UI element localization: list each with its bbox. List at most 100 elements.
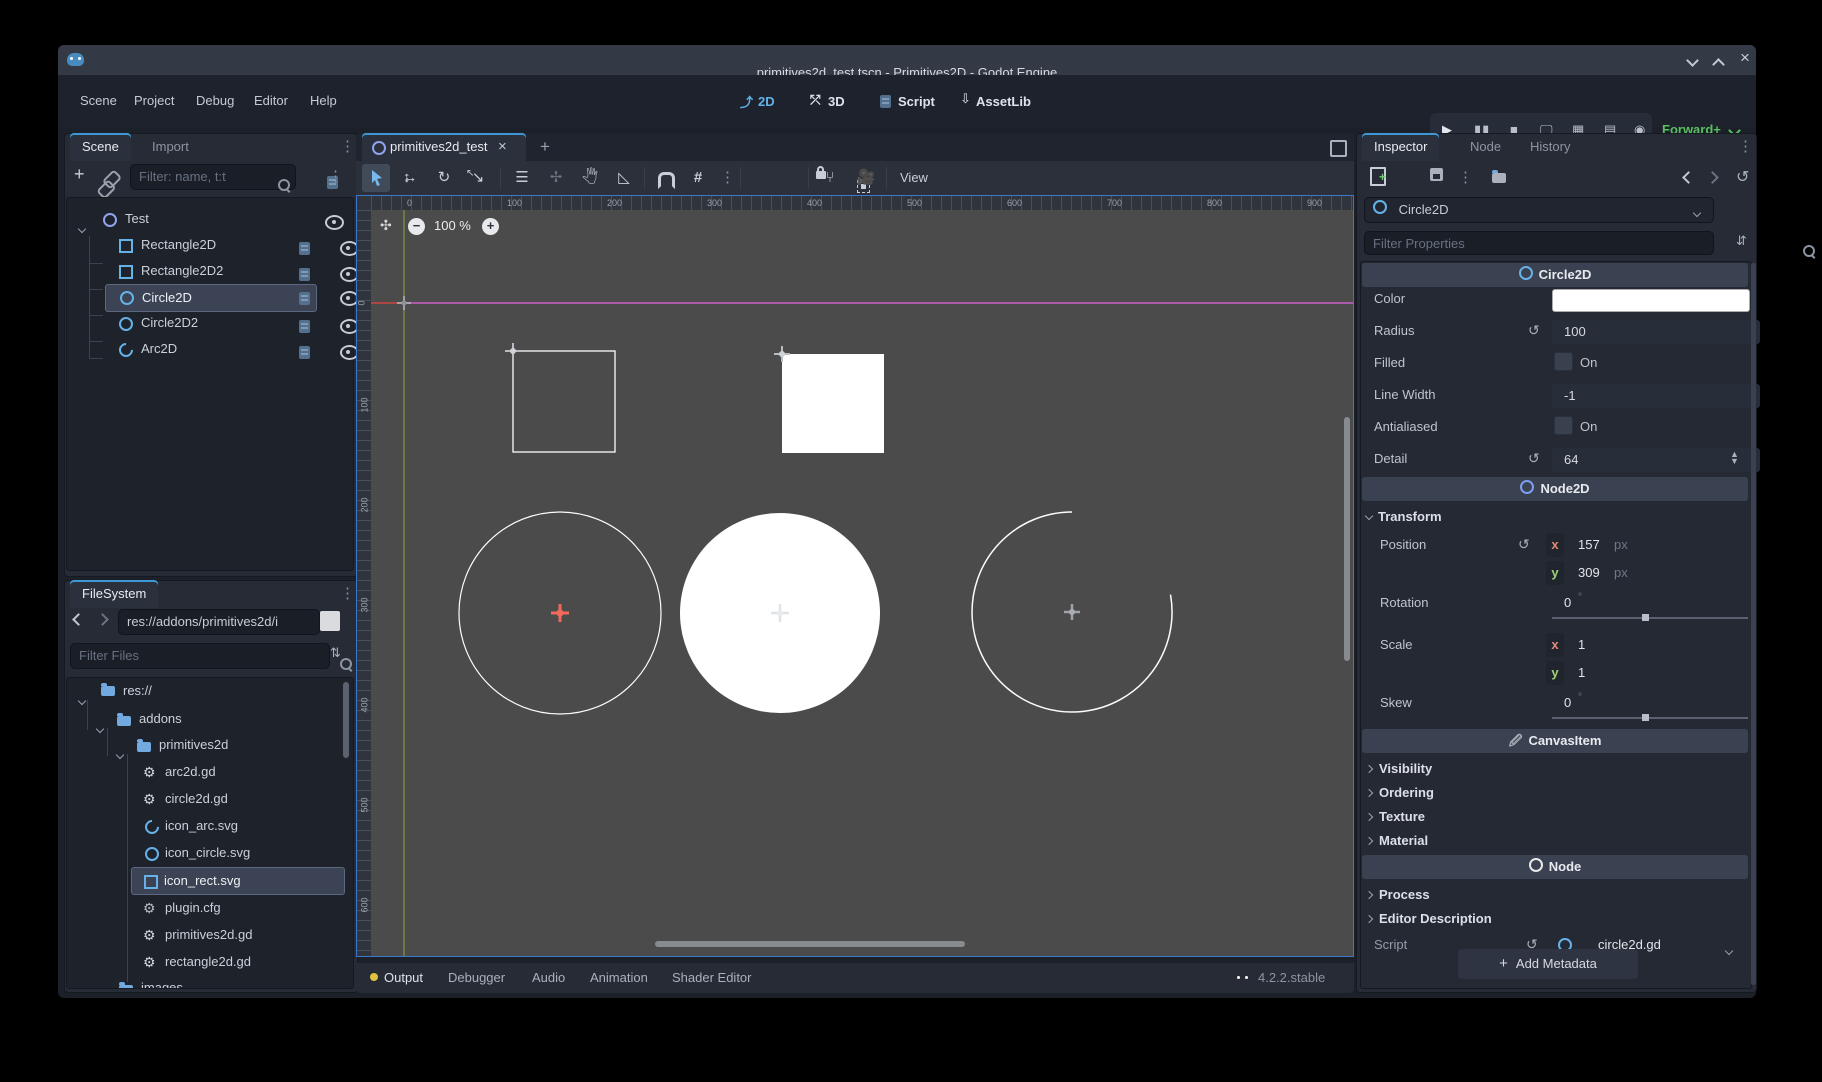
fs-filter-input[interactable]: Filter Files bbox=[70, 643, 330, 669]
fs-row-icon-rect-svg-selected[interactable]: icon_rect.svg bbox=[131, 867, 345, 895]
tree-row-rectangle2d[interactable]: Rectangle2D bbox=[67, 232, 353, 258]
radius-field[interactable]: 100 bbox=[1552, 320, 1760, 344]
filled-checkbox[interactable] bbox=[1554, 352, 1573, 371]
select-tool-icon[interactable] bbox=[370, 169, 384, 186]
transform-group[interactable]: Transform bbox=[1366, 505, 1442, 529]
script-attached-icon[interactable] bbox=[299, 320, 310, 333]
rectangle2d2-shape[interactable] bbox=[782, 354, 884, 453]
skeleton-options-icon[interactable]: ⑂ bbox=[820, 164, 840, 192]
smart-snap-icon[interactable] bbox=[658, 172, 675, 189]
rotation-slider-handle[interactable] bbox=[1642, 614, 1649, 621]
fs-row-images[interactable]: images bbox=[67, 975, 353, 988]
fs-row-plugin-cfg[interactable]: ⚙ plugin.cfg bbox=[67, 895, 353, 921]
group-material[interactable]: Material bbox=[1366, 829, 1428, 853]
antialiased-checkbox[interactable] bbox=[1554, 416, 1573, 435]
circle2d-selected-gizmo[interactable] bbox=[551, 604, 569, 622]
title-bar[interactable]: primitives2d_test.tscn - Primitives2D - … bbox=[58, 45, 1756, 75]
canvas-viewport[interactable] bbox=[371, 210, 1353, 956]
detail-field[interactable]: 64 bbox=[1552, 448, 1760, 472]
zoom-level[interactable]: 100 % bbox=[434, 218, 471, 233]
fs-row-rectangle2d-gd[interactable]: ⚙ rectangle2d.gd bbox=[67, 949, 353, 975]
fs-row-res[interactable]: res:// bbox=[67, 678, 353, 704]
scale-x-value[interactable]: 1 bbox=[1578, 637, 1585, 652]
new-resource-icon[interactable]: + bbox=[1370, 167, 1386, 186]
tab-inspector[interactable]: Inspector bbox=[1362, 133, 1439, 161]
snap-options-icon[interactable]: ⋮ bbox=[720, 171, 735, 185]
menu-scene[interactable]: Scene bbox=[76, 89, 121, 113]
fs-row-primitives2d[interactable]: primitives2d bbox=[67, 732, 353, 758]
group-editor-description[interactable]: Editor Description bbox=[1366, 907, 1492, 931]
detail-spinner-icon[interactable]: ▲▼ bbox=[1730, 451, 1739, 465]
filter-properties-input[interactable]: Filter Properties bbox=[1364, 231, 1714, 255]
scene-tab-close-icon[interactable]: × bbox=[498, 133, 507, 161]
revert-detail-icon[interactable]: ↺ bbox=[1528, 450, 1540, 467]
history-back-icon[interactable] bbox=[1684, 170, 1693, 185]
bottom-tab-shader-editor[interactable]: Shader Editor bbox=[672, 963, 752, 993]
object-history-icon[interactable]: ↺ bbox=[1736, 167, 1749, 187]
section-canvasitem[interactable]: 🖉CanvasItem bbox=[1362, 729, 1748, 753]
fs-row-icon-arc-svg[interactable]: icon_arc.svg bbox=[67, 813, 353, 839]
arc2d-position-gizmo[interactable] bbox=[1064, 604, 1080, 620]
inspector-toolbar-menu-icon[interactable]: ⋮ bbox=[1458, 171, 1473, 185]
rotation-value[interactable]: 0 bbox=[1564, 595, 1571, 610]
canvas-vscrollbar[interactable] bbox=[1344, 417, 1350, 661]
script-attached-icon[interactable] bbox=[299, 346, 310, 359]
scene-tree-menu-icon[interactable]: ⋮ bbox=[328, 170, 343, 184]
fs-path-input[interactable]: res://addons/primitives2d/i bbox=[118, 609, 320, 635]
fs-row-addons[interactable]: addons bbox=[67, 706, 353, 732]
move-tool-icon[interactable]: ↔↕ bbox=[400, 164, 420, 192]
tab-scene[interactable]: Scene bbox=[70, 133, 131, 161]
canvas-hscrollbar[interactable] bbox=[655, 941, 965, 947]
maximize-icon[interactable] bbox=[1714, 57, 1726, 69]
tree-row-arc2d[interactable]: Arc2D bbox=[67, 336, 353, 362]
section-node[interactable]: Node bbox=[1362, 855, 1748, 879]
switcher-3d[interactable]: 3D bbox=[828, 91, 845, 113]
group-visibility[interactable]: Visibility bbox=[1366, 757, 1432, 781]
expand-viewport-icon[interactable] bbox=[1330, 140, 1347, 157]
switcher-script[interactable]: Script bbox=[898, 91, 935, 113]
skew-value[interactable]: 0 bbox=[1564, 695, 1571, 710]
section-node2d[interactable]: Node2D bbox=[1362, 477, 1748, 501]
section-circle2d[interactable]: Circle2D bbox=[1362, 263, 1748, 287]
menu-debug[interactable]: Debug bbox=[192, 89, 238, 113]
fs-file-preview-icon[interactable] bbox=[320, 611, 340, 631]
load-resource-icon[interactable] bbox=[1492, 173, 1506, 183]
bottom-tab-debugger[interactable]: Debugger bbox=[448, 963, 505, 993]
inspector-dock-menu-icon[interactable]: ⋮ bbox=[1738, 140, 1753, 154]
scene-dock-menu-icon[interactable]: ⋮ bbox=[340, 140, 355, 154]
script-attached-icon[interactable] bbox=[299, 242, 310, 255]
new-scene-tab-button[interactable]: + bbox=[540, 133, 550, 161]
scale-y-value[interactable]: 1 bbox=[1578, 665, 1585, 680]
skew-slider-handle[interactable] bbox=[1642, 714, 1649, 721]
menu-project[interactable]: Project bbox=[130, 89, 178, 113]
grid-snap-icon[interactable]: # bbox=[688, 164, 708, 192]
add-node-button[interactable]: + bbox=[74, 164, 85, 185]
inspector-scrollbar[interactable] bbox=[1751, 263, 1756, 985]
ruler-tool-icon[interactable]: ◺ bbox=[614, 164, 634, 192]
position-y-value[interactable]: 309 bbox=[1578, 565, 1600, 580]
tab-history[interactable]: History bbox=[1518, 133, 1582, 161]
group-texture[interactable]: Texture bbox=[1366, 805, 1425, 829]
fs-row-circle2d-gd[interactable]: ⚙ circle2d.gd bbox=[67, 786, 353, 812]
zoom-in-button[interactable]: + bbox=[482, 218, 499, 235]
zoom-out-button[interactable]: − bbox=[408, 218, 425, 235]
bottom-tab-animation[interactable]: Animation bbox=[590, 963, 648, 993]
line-width-field[interactable]: -1 bbox=[1552, 384, 1760, 408]
list-select-tool-icon[interactable]: ☰ bbox=[512, 164, 532, 192]
rotation-slider[interactable] bbox=[1552, 617, 1748, 619]
fs-sort-icon[interactable]: ⇅ bbox=[330, 645, 341, 661]
fs-back-icon[interactable] bbox=[74, 612, 83, 627]
revert-position-icon[interactable]: ↺ bbox=[1518, 536, 1530, 553]
pan-tool-icon[interactable]: 🖑 bbox=[580, 164, 600, 192]
view-menu[interactable]: View bbox=[900, 164, 928, 192]
focus-selection-icon[interactable]: ✣ bbox=[380, 217, 392, 234]
fs-forward-icon[interactable] bbox=[98, 612, 107, 627]
fs-row-icon-circle-svg[interactable]: icon_circle.svg bbox=[67, 840, 353, 866]
group-ordering[interactable]: Ordering bbox=[1366, 781, 1434, 805]
rotate-tool-icon[interactable]: ↻ bbox=[434, 164, 454, 192]
node-selector-chevron-icon[interactable] bbox=[1694, 204, 1700, 219]
bottom-tab-audio[interactable]: Audio bbox=[532, 963, 565, 993]
tab-import[interactable]: Import bbox=[140, 133, 201, 161]
tab-filesystem[interactable]: FileSystem bbox=[70, 580, 158, 608]
revert-radius-icon[interactable]: ↺ bbox=[1528, 322, 1540, 339]
